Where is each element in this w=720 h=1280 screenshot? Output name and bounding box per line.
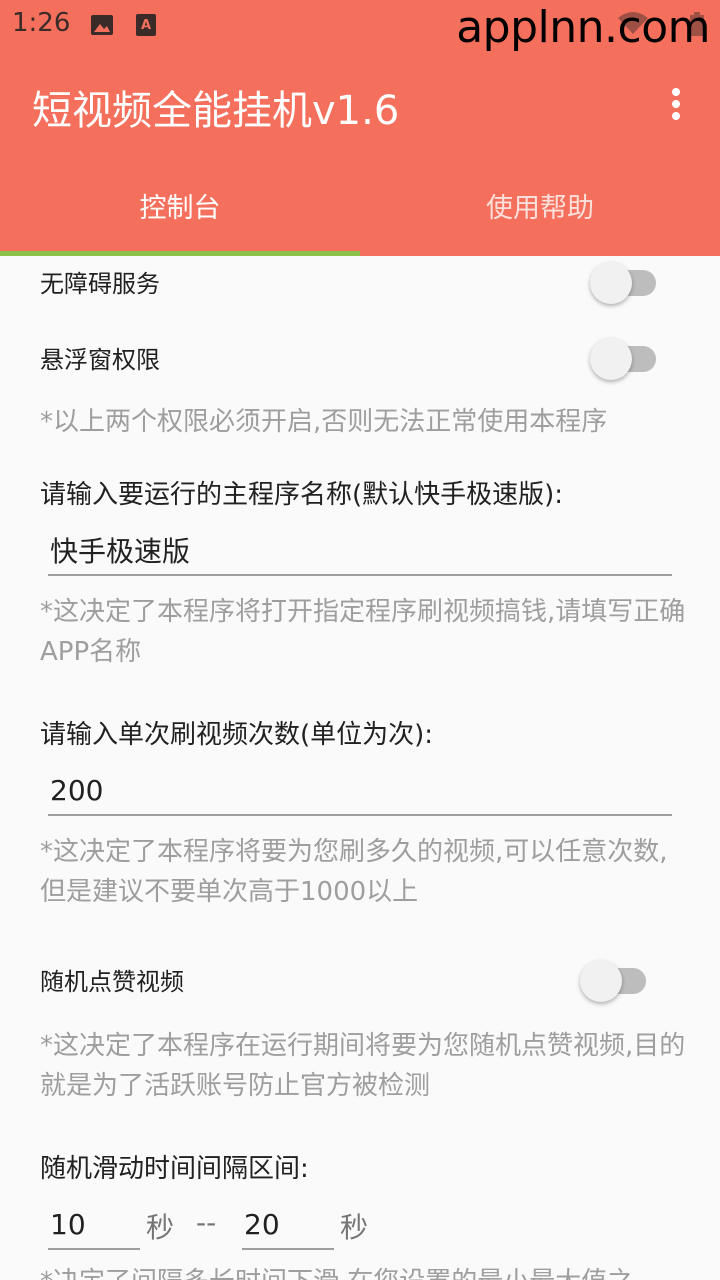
tab-help[interactable]: 使用帮助: [360, 186, 720, 232]
video-count-hint: *这决定了本程序将要为您刷多久的视频,可以任意次数,但是建议不要单次高于1000…: [40, 837, 668, 907]
app-name-prompt: 请输入要运行的主程序名称(默认快手极速版):: [40, 480, 564, 510]
app-title: 短视频全能挂机v1.6: [32, 88, 400, 134]
app-name-input[interactable]: [48, 526, 672, 576]
interval-hint: *决定了间隔多长时间下滑,在您设置的最小最大值之: [40, 1262, 690, 1280]
svg-text:A: A: [141, 18, 151, 33]
switch-thumb: [580, 960, 622, 1002]
interval-separator: --: [196, 1206, 217, 1239]
status-bar: 1:26 A applnn.com: [0, 0, 720, 53]
random-like-switch[interactable]: [580, 956, 650, 1002]
switch-thumb: [590, 338, 632, 380]
interval-prompt: 随机滑动时间间隔区间:: [40, 1154, 309, 1184]
more-vert-icon[interactable]: [660, 84, 692, 124]
interval-max-unit: 秒: [340, 1211, 369, 1244]
status-time: 1:26: [12, 8, 71, 38]
video-count-prompt: 请输入单次刷视频次数(单位为次):: [40, 720, 434, 750]
overlay-label: 悬浮窗权限: [40, 346, 160, 374]
tab-indicator: [0, 251, 360, 256]
watermark: applnn.com: [456, 2, 710, 53]
overlay-switch[interactable]: [590, 334, 660, 380]
video-count-input[interactable]: [48, 766, 672, 816]
accessibility-switch[interactable]: [590, 258, 660, 304]
switch-thumb: [590, 262, 632, 304]
random-like-label: 随机点赞视频: [40, 968, 184, 996]
app-name-hint: *这决定了本程序将打开指定程序刷视频搞钱,请填写正确APP名称: [40, 597, 686, 667]
interval-max-input[interactable]: [242, 1200, 334, 1250]
random-like-hint: *这决定了本程序在运行期间将要为您随机点赞视频,目的就是为了活跃账号防止官方被检…: [40, 1031, 686, 1101]
interval-min-input[interactable]: [48, 1200, 140, 1250]
gallery-icon: [91, 15, 113, 35]
a-store-icon: A: [136, 14, 156, 36]
permissions-hint: *以上两个权限必须开启,否则无法正常使用本程序: [40, 407, 608, 437]
tab-console[interactable]: 控制台: [0, 186, 360, 232]
accessibility-label: 无障碍服务: [40, 270, 160, 298]
interval-min-unit: 秒: [146, 1211, 175, 1244]
